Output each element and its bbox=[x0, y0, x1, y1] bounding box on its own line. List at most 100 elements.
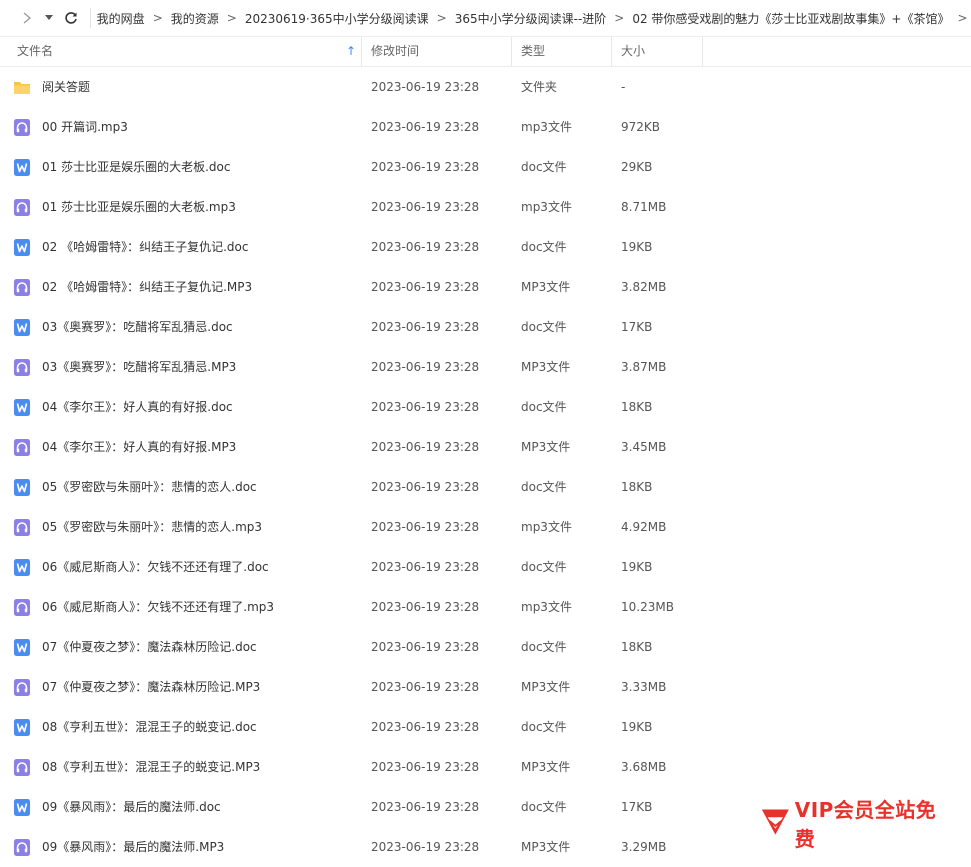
word-doc-icon bbox=[13, 238, 31, 257]
file-row[interactable]: 03《奥赛罗》：吃醋将军乱猜忌.MP3 2023-06-19 23:28 MP3文件… bbox=[0, 347, 971, 387]
file-type: mp3文件 bbox=[521, 120, 572, 134]
file-modified-time: 2023-06-19 23:28 bbox=[371, 280, 480, 294]
file-modified-time: 2023-06-19 23:28 bbox=[371, 640, 480, 654]
column-divider[interactable] bbox=[361, 37, 362, 66]
file-name[interactable]: 02 《哈姆雷特》：纠结王子复仇记.doc bbox=[42, 227, 248, 267]
file-row[interactable]: 04《李尔王》：好人真的有好报.MP3 2023-06-19 23:28 MP3文件… bbox=[0, 427, 971, 467]
file-list: 阅关答题 2023-06-19 23:28 文件夹 - 00 开篇词.mp3 2023-0… bbox=[0, 67, 971, 867]
file-name[interactable]: 02 《哈姆雷特》：纠结王子复仇记.MP3 bbox=[42, 267, 252, 307]
file-row[interactable]: 07《仲夏夜之梦》：魔法森林历险记.MP3 2023-06-19 23:28 MP3… bbox=[0, 667, 971, 707]
file-name[interactable]: 00 开篇词.mp3 bbox=[42, 107, 128, 147]
file-name[interactable]: 03《奥赛罗》：吃醋将军乱猜忌.MP3 bbox=[42, 347, 236, 387]
vip-watermark: VIP会员全站免费 bbox=[752, 798, 951, 851]
word-doc-icon bbox=[13, 798, 31, 817]
word-doc-icon bbox=[13, 478, 31, 497]
chevron-right-icon: > bbox=[152, 11, 163, 25]
sort-ascending-icon[interactable]: ↑ bbox=[346, 37, 356, 66]
word-doc-icon bbox=[13, 398, 31, 417]
file-row[interactable]: 08《亨利五世》：混混王子的蜕变记.MP3 2023-06-19 23:28 MP3… bbox=[0, 747, 971, 787]
file-name[interactable]: 01 莎士比亚是娱乐圈的大老板.mp3 bbox=[42, 187, 236, 227]
file-row[interactable]: 02 《哈姆雷特》：纠结王子复仇记.doc 2023-06-19 23:28 doc… bbox=[0, 227, 971, 267]
file-row[interactable]: 01 莎士比亚是娱乐圈的大老板.doc 2023-06-19 23:28 doc文件… bbox=[0, 147, 971, 187]
column-header: 文件名 ↑ 修改时间 类型 大小 bbox=[0, 36, 971, 67]
file-name[interactable]: 09《暴风雨》：最后的魔法师.doc bbox=[42, 787, 221, 827]
audio-file-icon bbox=[13, 758, 31, 777]
file-row[interactable]: 05《罗密欧与朱丽叶》：悲情的恋人.mp3 2023-06-19 23:28 mp3… bbox=[0, 507, 971, 547]
chevron-right-icon: > bbox=[436, 11, 447, 25]
file-name[interactable]: 04《李尔王》：好人真的有好报.doc bbox=[42, 387, 233, 427]
word-doc-icon bbox=[13, 158, 31, 177]
dropdown-icon[interactable] bbox=[38, 0, 60, 36]
file-size: 3.68MB bbox=[621, 760, 667, 774]
file-type: 文件夹 bbox=[521, 80, 558, 94]
file-size: 3.82MB bbox=[621, 280, 667, 294]
chevron-right-icon[interactable]: > bbox=[958, 11, 968, 25]
file-row[interactable]: 04《李尔王》：好人真的有好报.doc 2023-06-19 23:28 doc文件… bbox=[0, 387, 971, 427]
refresh-icon[interactable] bbox=[60, 0, 82, 36]
file-name[interactable]: 07《仲夏夜之梦》：魔法森林历险记.MP3 bbox=[42, 667, 260, 707]
breadcrumb-item[interactable]: 365中小学分级阅读课--进阶 bbox=[455, 10, 607, 27]
file-row[interactable]: 07《仲夏夜之梦》：魔法森林历险记.doc 2023-06-19 23:28 doc… bbox=[0, 627, 971, 667]
column-divider[interactable] bbox=[611, 37, 612, 66]
file-modified-time: 2023-06-19 23:28 bbox=[371, 200, 480, 214]
file-name[interactable]: 03《奥赛罗》：吃醋将军乱猜忌.doc bbox=[42, 307, 233, 347]
file-name[interactable]: 05《罗密欧与朱丽叶》：悲情的恋人.mp3 bbox=[42, 507, 262, 547]
file-name[interactable]: 04《李尔王》：好人真的有好报.MP3 bbox=[42, 427, 236, 467]
file-row[interactable]: 08《亨利五世》：混混王子的蜕变记.doc 2023-06-19 23:28 doc… bbox=[0, 707, 971, 747]
file-size: 3.29MB bbox=[621, 840, 667, 854]
column-type[interactable]: 类型 bbox=[521, 37, 545, 66]
file-row[interactable]: 02 《哈姆雷特》：纠结王子复仇记.MP3 2023-06-19 23:28 MP3… bbox=[0, 267, 971, 307]
file-type: MP3文件 bbox=[521, 760, 571, 774]
file-type: MP3文件 bbox=[521, 360, 571, 374]
file-name[interactable]: 阅关答题 bbox=[42, 67, 90, 107]
file-type: doc文件 bbox=[521, 560, 567, 574]
file-row[interactable]: 03《奥赛罗》：吃醋将军乱猜忌.doc 2023-06-19 23:28 doc文件… bbox=[0, 307, 971, 347]
breadcrumb-item[interactable]: 20230619·365中小学分级阅读课 bbox=[245, 10, 429, 27]
column-name[interactable]: 文件名 bbox=[17, 37, 53, 66]
file-type: doc文件 bbox=[521, 400, 567, 414]
file-name[interactable]: 05《罗密欧与朱丽叶》：悲情的恋人.doc bbox=[42, 467, 257, 507]
file-modified-time: 2023-06-19 23:28 bbox=[371, 320, 480, 334]
file-type: doc文件 bbox=[521, 160, 567, 174]
file-name[interactable]: 06《威尼斯商人》：欠钱不还还有理了.mp3 bbox=[42, 587, 274, 627]
column-time[interactable]: 修改时间 bbox=[371, 37, 419, 66]
toolbar-divider bbox=[89, 8, 91, 28]
breadcrumb-item[interactable]: 我的网盘 bbox=[97, 10, 145, 27]
file-row[interactable]: 阅关答题 2023-06-19 23:28 文件夹 - bbox=[0, 67, 971, 107]
file-row[interactable]: 00 开篇词.mp3 2023-06-19 23:28 mp3文件 972KB bbox=[0, 107, 971, 147]
file-row[interactable]: 01 莎士比亚是娱乐圈的大老板.mp3 2023-06-19 23:28 mp3文件… bbox=[0, 187, 971, 227]
audio-file-icon bbox=[13, 678, 31, 697]
file-row[interactable]: 05《罗密欧与朱丽叶》：悲情的恋人.doc 2023-06-19 23:28 doc… bbox=[0, 467, 971, 507]
file-name[interactable]: 08《亨利五世》：混混王子的蜕变记.doc bbox=[42, 707, 257, 747]
word-doc-icon bbox=[13, 718, 31, 737]
column-divider[interactable] bbox=[702, 37, 703, 66]
file-name[interactable]: 01 莎士比亚是娱乐圈的大老板.doc bbox=[42, 147, 230, 187]
file-name[interactable]: 06《威尼斯商人》：欠钱不还还有理了.doc bbox=[42, 547, 269, 587]
forward-icon[interactable] bbox=[16, 0, 38, 36]
file-size: 3.87MB bbox=[621, 360, 667, 374]
word-doc-icon bbox=[13, 558, 31, 577]
file-type: MP3文件 bbox=[521, 680, 571, 694]
file-row[interactable]: 06《威尼斯商人》：欠钱不还还有理了.mp3 2023-06-19 23:28 mp… bbox=[0, 587, 971, 627]
file-name[interactable]: 07《仲夏夜之梦》：魔法森林历险记.doc bbox=[42, 627, 257, 667]
file-name[interactable]: 09《暴风雨》：最后的魔法师.MP3 bbox=[42, 827, 224, 867]
file-size: 17KB bbox=[621, 320, 653, 334]
diamond-logo-icon bbox=[761, 809, 789, 835]
file-size: 18KB bbox=[621, 400, 653, 414]
chevron-right-icon: > bbox=[226, 11, 237, 25]
file-type: doc文件 bbox=[521, 800, 567, 814]
file-type: doc文件 bbox=[521, 240, 567, 254]
audio-file-icon bbox=[13, 358, 31, 377]
file-size: 18KB bbox=[621, 480, 653, 494]
file-name[interactable]: 08《亨利五世》：混混王子的蜕变记.MP3 bbox=[42, 747, 260, 787]
breadcrumb-item[interactable]: 我的资源 bbox=[171, 10, 219, 27]
file-modified-time: 2023-06-19 23:28 bbox=[371, 680, 480, 694]
breadcrumb-item[interactable]: 02 带你感受戏剧的魅力《莎士比亚戏剧故事集》+《茶馆》 bbox=[632, 10, 949, 27]
column-size[interactable]: 大小 bbox=[621, 37, 645, 66]
column-divider[interactable] bbox=[511, 37, 512, 66]
file-modified-time: 2023-06-19 23:28 bbox=[371, 840, 480, 854]
file-row[interactable]: 06《威尼斯商人》：欠钱不还还有理了.doc 2023-06-19 23:28 do… bbox=[0, 547, 971, 587]
file-modified-time: 2023-06-19 23:28 bbox=[371, 120, 480, 134]
file-modified-time: 2023-06-19 23:28 bbox=[371, 560, 480, 574]
breadcrumb: 我的网盘 > 我的资源 > 20230619·365中小学分级阅读课 > 365… bbox=[97, 10, 971, 27]
